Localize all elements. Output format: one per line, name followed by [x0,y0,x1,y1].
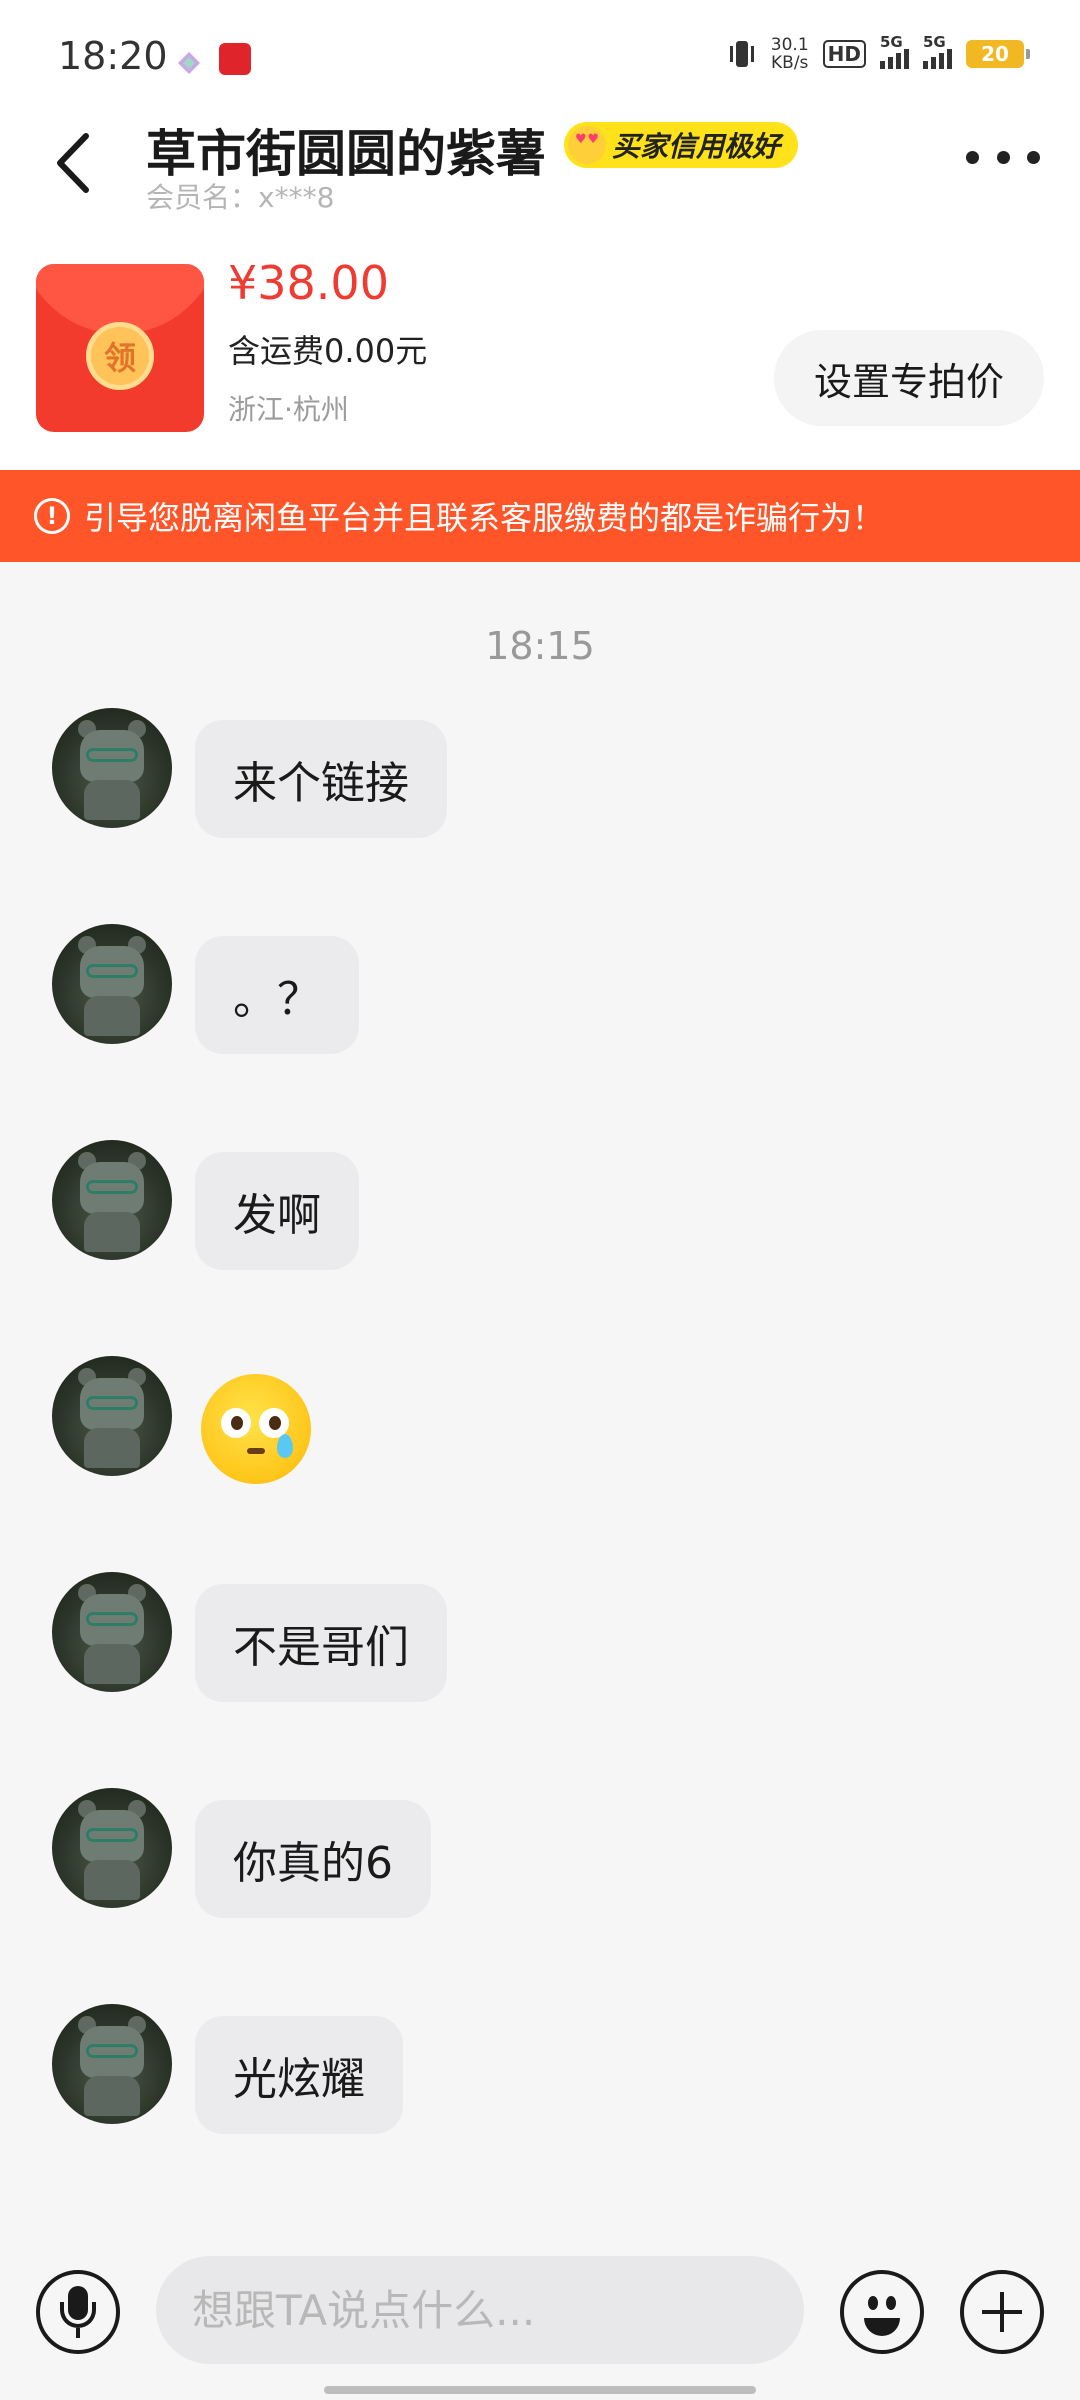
avatar[interactable] [52,708,172,828]
input-bar [0,2228,1080,2400]
battery-icon: 20 [966,40,1030,68]
chat-screen: 18:20 30.1 KB/s HD 5G 5G 20 草市街圆圆的紫薯 ♥ ♥… [0,0,1080,2400]
network-speed-unit: KB/s [771,53,809,73]
warning-icon: ! [34,498,70,534]
smiley-icon [868,2296,878,2310]
heart-eyes-icon [568,126,606,164]
avatar[interactable] [52,2004,172,2124]
message-bubble[interactable]: 来个链接 [195,720,447,838]
voice-input-button[interactable] [36,2270,120,2354]
more-options-button[interactable] [966,142,1040,172]
avatar[interactable] [52,1140,172,1260]
message-list[interactable]: 18:15 来个链接 。？ 发啊 不是哥们 你真的6 光炫耀 [0,562,1080,2228]
more-dot-icon [1027,150,1040,164]
warning-text: 引导您脱离闲鱼平台并且联系客服缴费的都是诈骗行为！ [84,499,885,537]
crying-face-emoji-icon[interactable] [201,1374,311,1484]
signal-icon-1: 5G [880,33,909,69]
message-bubble[interactable]: 。？ [195,936,359,1054]
more-dot-icon [966,150,979,164]
signal-icon-2: 5G [923,33,952,69]
status-bar: 18:20 30.1 KB/s HD 5G 5G 20 [0,0,1080,96]
fraud-warning-banner: ! 引导您脱离闲鱼平台并且联系客服缴费的都是诈骗行为！ [0,470,1080,562]
network-speed: 30.1 KB/s [771,36,809,72]
back-button[interactable] [44,128,104,198]
set-special-price-button[interactable]: 设置专拍价 [774,330,1044,426]
credit-badge[interactable]: 买家信用极好 [564,122,799,168]
status-time: 18:20 [58,34,168,78]
avatar[interactable] [52,1356,172,1476]
home-indicator[interactable] [324,2386,756,2394]
red-envelope-coin-icon: 领 [86,322,154,390]
message-bubble[interactable]: 光炫耀 [195,2016,403,2134]
product-card[interactable]: 领 ¥38.00 含运费0.00元 浙江·杭州 设置专拍价 [0,226,1080,470]
vibrate-icon [729,41,754,67]
chat-header: 草市街圆圆的紫薯 买家信用极好 会员名：x***8 [0,96,1080,226]
app-notification-icon [178,52,200,74]
avatar[interactable] [52,1788,172,1908]
avatar[interactable] [52,1572,172,1692]
product-price: ¥38.00 [228,256,389,310]
network-type-2: 5G [923,33,946,51]
message-bubble[interactable]: 发啊 [195,1152,359,1270]
member-name: 会员名：x***8 [146,181,335,214]
network-speed-value: 30.1 [770,35,809,55]
product-location: 浙江·杭州 [228,393,349,426]
hd-icon: HD [822,40,866,68]
product-thumbnail[interactable]: 领 [36,264,204,432]
app-notification-icon-2 [219,43,251,75]
add-attachment-button[interactable] [960,2270,1044,2354]
message-input[interactable] [156,2256,804,2364]
message-bubble[interactable]: 不是哥们 [195,1584,447,1702]
avatar[interactable] [52,924,172,1044]
status-indicators: 30.1 KB/s HD 5G 5G 20 [727,33,1030,74]
shipping-fee: 含运费0.00元 [228,332,428,370]
credit-badge-label: 买家信用极好 [612,130,781,163]
message-bubble[interactable]: 你真的6 [195,1800,431,1918]
emoji-button[interactable] [840,2270,924,2354]
network-type-1: 5G [880,33,903,51]
more-dot-icon [996,150,1010,164]
message-timestamp: 18:15 [485,624,595,668]
